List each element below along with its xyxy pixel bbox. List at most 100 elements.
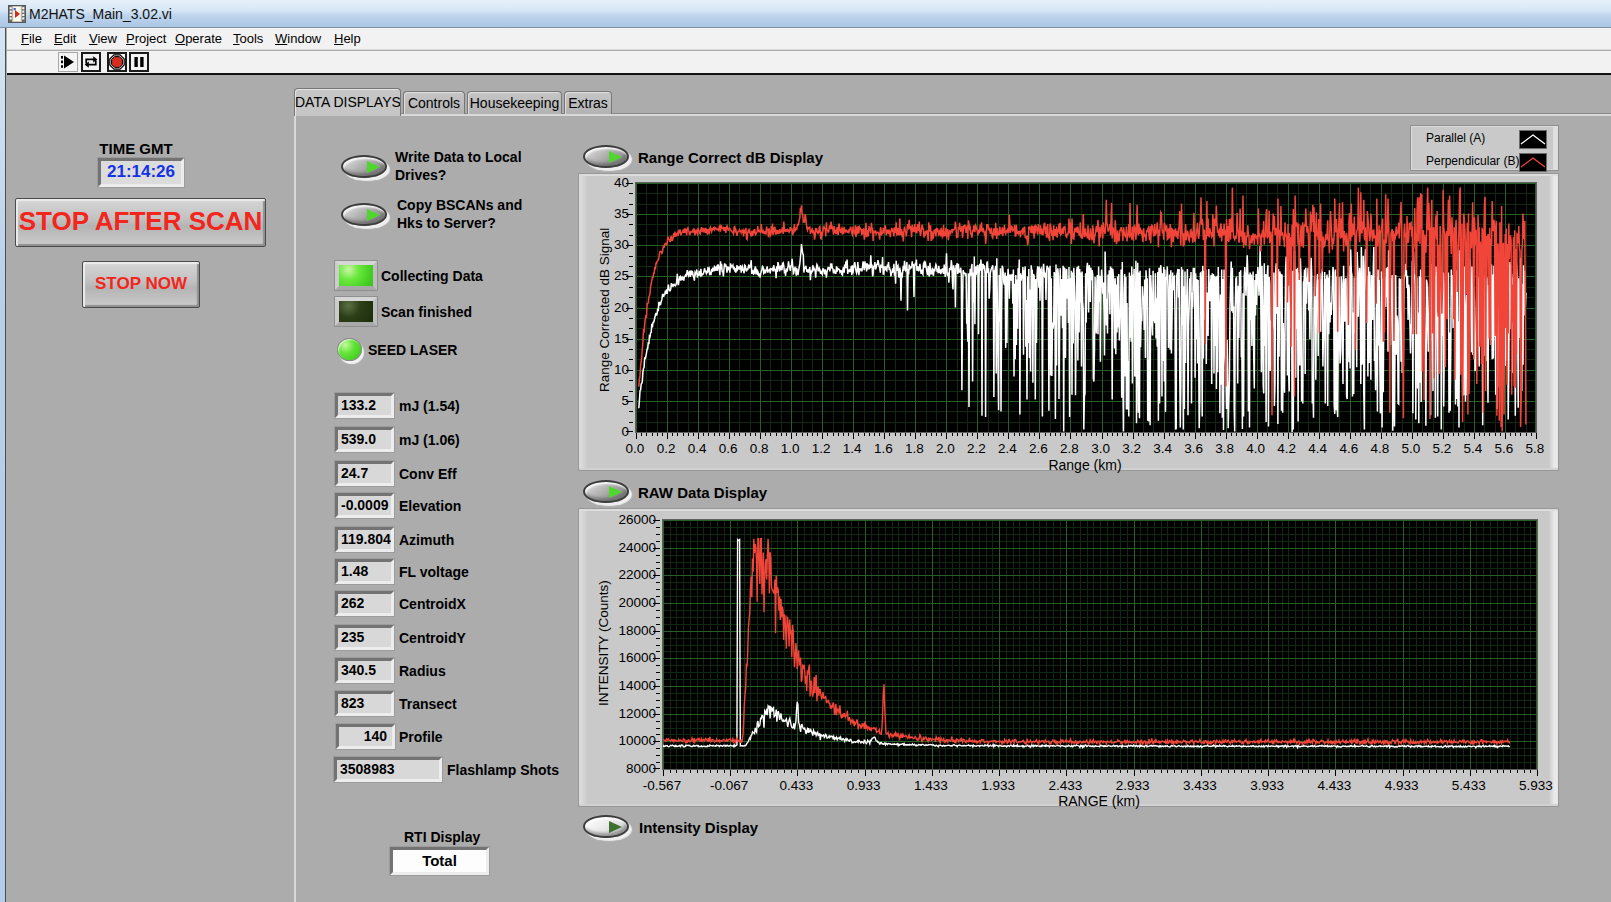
scan-finished-led — [335, 297, 377, 326]
chart-x-tick-5.8: 5.8 — [1505, 441, 1565, 456]
tab-data-displays[interactable]: DATA DISPLAYS — [294, 88, 401, 116]
chart1-x-axis-title: Range (km) — [1035, 457, 1135, 473]
readout-value-profile: 140 — [336, 724, 395, 749]
tab-housekeeping[interactable]: Housekeeping — [467, 91, 562, 114]
chart-x-tick-3.933: 3.933 — [1237, 778, 1297, 793]
readout-value-radius: 340.5 — [335, 658, 394, 683]
chart-x-tick-2.933: 2.933 — [1103, 778, 1163, 793]
readout-value-elevation: -0.0009 — [335, 493, 394, 518]
time-gmt-display: 21:14:26 — [98, 158, 184, 187]
chart-x-tick-0.433: 0.433 — [766, 778, 826, 793]
readout-label-radius: Radius — [399, 663, 446, 679]
tab-controls[interactable]: Controls — [403, 91, 465, 114]
readout-label-centroidy: CentroidY — [399, 630, 466, 646]
tab-page-top-bevel — [294, 114, 1611, 116]
chart-y-tick-16000: 16000 — [612, 650, 656, 665]
stop-after-scan-button[interactable]: STOP AFTER SCAN — [15, 198, 266, 247]
labview-vi-icon — [8, 5, 26, 23]
intensity-display-toggle[interactable] — [583, 815, 629, 838]
menu-operate[interactable]: Operate — [175, 31, 222, 46]
panel-bevel-right — [1548, 174, 1558, 470]
menu-help[interactable]: Help — [334, 31, 361, 46]
readout-value-mj-1-06-: 539.0 — [335, 427, 394, 452]
readout-value-fl-voltage: 1.48 — [335, 559, 394, 584]
chart-y-tick-22000: 22000 — [612, 567, 656, 582]
legend-line-sample — [1521, 135, 1545, 144]
readout-label-fl-voltage: FL voltage — [399, 564, 469, 580]
tab-page-left-bevel — [294, 114, 296, 902]
menu-edit[interactable]: Edit — [54, 31, 76, 46]
menu-tools[interactable]: Tools — [233, 31, 263, 46]
chart-x-tick-5.933: 5.933 — [1506, 778, 1566, 793]
chart1-plot-area[interactable] — [635, 182, 1537, 433]
title-bar[interactable]: M2HATS_Main_3.02.vi — [0, 0, 1611, 28]
copy-bscans-label-line1: Copy BSCANs and — [397, 196, 522, 214]
chart-y-tick-0: 0 — [585, 424, 629, 439]
menu-window[interactable]: Window — [275, 31, 321, 46]
toggle-arrow-icon — [609, 151, 622, 163]
copy-bscans-label-line2: Hks to Server? — [397, 214, 522, 232]
run-arrow-icon — [59, 53, 77, 71]
legend-parallel-swatch — [1519, 130, 1547, 149]
rti-display-selector[interactable]: Total — [390, 847, 489, 875]
chart1-title: Range Correct dB Display — [638, 149, 823, 166]
readout-value-mj-1-54-: 133.2 — [335, 393, 394, 418]
chart-y-tick-35: 35 — [585, 206, 629, 221]
chart-y-tick-14000: 14000 — [612, 678, 656, 693]
toggle-arrow-icon — [367, 161, 380, 173]
chart-x-tick-3.433: 3.433 — [1170, 778, 1230, 793]
legend-perpendicular-swatch — [1519, 153, 1547, 172]
legend-parallel-label: Parallel (A) — [1426, 131, 1485, 145]
readout-label-conv-eff: Conv Eff — [399, 466, 457, 482]
readout-value-centroidx: 262 — [335, 591, 394, 616]
menu-view[interactable]: View — [89, 31, 117, 46]
window-left-border — [0, 28, 6, 902]
chart-x-tick-1.433: 1.433 — [901, 778, 961, 793]
raw-data-toggle[interactable] — [583, 480, 629, 503]
menu-project[interactable]: Project — [126, 31, 166, 46]
chart-y-tick-30: 30 — [585, 237, 629, 252]
readout-value-flashlamp-shots: 3508983 — [334, 757, 442, 782]
seed-laser-led — [337, 338, 362, 361]
scan-finished-label: Scan finished — [381, 304, 472, 320]
panel-bevel-right — [1548, 509, 1558, 806]
run-button[interactable] — [58, 52, 78, 72]
panel-bevel-top — [579, 509, 1558, 511]
chart2-plot-area[interactable] — [662, 519, 1538, 770]
chart-x-tick-strip — [635, 433, 1537, 439]
abort-button[interactable] — [107, 52, 127, 72]
readout-label-elevation: Elevation — [399, 498, 461, 514]
readout-label-transect: Transect — [399, 696, 457, 712]
legend-line-icon — [1520, 131, 1546, 148]
led-on-face — [339, 265, 373, 286]
chart-x-tick-strip — [662, 770, 1538, 776]
write-data-toggle[interactable] — [341, 155, 387, 178]
run-continuous-icon — [83, 54, 99, 70]
chart-x-tick--0.567: -0.567 — [632, 778, 692, 793]
time-gmt-label: TIME GMT — [80, 140, 192, 157]
copy-bscans-toggle[interactable] — [341, 203, 387, 226]
stop-now-button[interactable]: STOP NOW — [82, 261, 200, 308]
range-correct-db-toggle[interactable] — [583, 145, 629, 168]
chart-x-tick-4.933: 4.933 — [1372, 778, 1432, 793]
copy-bscans-label: Copy BSCANs andHks to Server? — [397, 196, 522, 232]
led-off-face — [339, 301, 373, 322]
tab-extras[interactable]: Extras — [564, 91, 612, 114]
chart-y-tick-20000: 20000 — [612, 595, 656, 610]
pause-button[interactable] — [129, 52, 149, 72]
run-continuously-button[interactable] — [81, 52, 101, 72]
intensity-display-label: Intensity Display — [639, 819, 758, 836]
menu-file[interactable]: File — [21, 31, 42, 46]
legend-perpendicular-label: Perpendicular (B) — [1426, 154, 1519, 168]
readout-label-profile: Profile — [399, 729, 443, 745]
readout-value-transect: 823 — [335, 691, 394, 716]
chart-canvas — [663, 520, 1537, 769]
chart1-legend[interactable]: Parallel (A) Perpendicular (B) — [1410, 125, 1559, 171]
legend-line-icon — [1520, 154, 1546, 171]
chart-y-tick-5: 5 — [585, 393, 629, 408]
chart-x-tick-4.433: 4.433 — [1304, 778, 1364, 793]
readout-label-centroidx: CentroidX — [399, 596, 466, 612]
chart-y-tick-18000: 18000 — [612, 623, 656, 638]
chart-x-tick-1.933: 1.933 — [968, 778, 1028, 793]
panel-bevel-left — [579, 509, 587, 806]
